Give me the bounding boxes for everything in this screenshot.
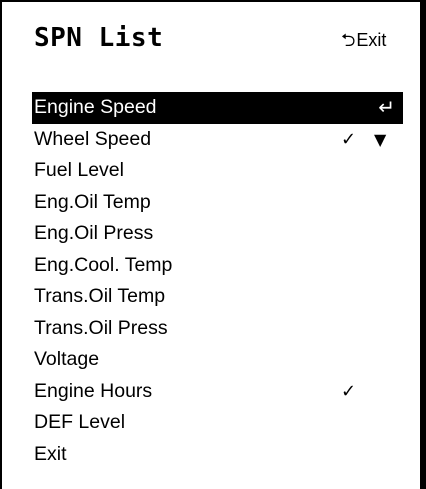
checkmark-icon: ✓ bbox=[341, 128, 357, 150]
list-item-exit[interactable]: Exit bbox=[32, 439, 403, 471]
scroll-down-arrow-icon[interactable]: ▼ bbox=[374, 124, 386, 156]
list-item-eng-oil-press[interactable]: Eng.Oil Press bbox=[32, 218, 403, 250]
list-item-label: Trans.Oil Temp bbox=[34, 285, 166, 307]
exit-label: Exit bbox=[356, 30, 387, 50]
list-item-def-level[interactable]: DEF Level bbox=[32, 407, 403, 439]
exit-button[interactable]: ⮌Exit bbox=[341, 29, 386, 52]
list-item-engine-speed[interactable]: Engine Speed ↵ bbox=[32, 92, 403, 124]
list-item-engine-hours[interactable]: Engine Hours ✓ bbox=[32, 376, 403, 408]
back-arrow-icon: ⮌ bbox=[341, 30, 356, 51]
list-item-label: Wheel Speed bbox=[34, 127, 152, 150]
list-item-eng-oil-temp[interactable]: Eng.Oil Temp bbox=[32, 187, 403, 219]
list-item-wheel-speed[interactable]: Wheel Speed ✓ ▼ bbox=[32, 124, 403, 156]
list-item-label: Eng.Oil Press bbox=[34, 222, 154, 244]
list-item-label: Engine Hours bbox=[34, 379, 153, 402]
list-item-fuel-level[interactable]: Fuel Level bbox=[32, 155, 403, 187]
list-item-voltage[interactable]: Voltage bbox=[32, 344, 403, 376]
list-item-trans-oil-press[interactable]: Trans.Oil Press bbox=[32, 313, 403, 345]
list-item-label: Engine Speed bbox=[34, 96, 157, 118]
list-item-trans-oil-temp[interactable]: Trans.Oil Temp bbox=[32, 281, 403, 313]
enter-icon: ↵ bbox=[378, 95, 395, 119]
list-item-label: Exit bbox=[34, 442, 67, 465]
checkmark-icon: ✓ bbox=[341, 380, 357, 402]
spn-list: Engine Speed ↵ Wheel Speed ✓ ▼ Fuel Leve… bbox=[32, 92, 403, 470]
list-item-label: Eng.Oil Temp bbox=[34, 190, 151, 213]
list-item-eng-cool-temp[interactable]: Eng.Cool. Temp bbox=[32, 250, 403, 282]
list-item-label: Eng.Cool. Temp bbox=[34, 253, 173, 276]
list-item-label: Trans.Oil Press bbox=[34, 316, 168, 339]
page-title: SPN List bbox=[34, 23, 164, 53]
spn-list-screen: SPN List ⮌Exit Engine Speed ↵ Wheel Spee… bbox=[0, 0, 426, 489]
list-item-label: DEF Level bbox=[34, 411, 126, 433]
list-item-label: Voltage bbox=[34, 348, 100, 370]
list-item-label: Fuel Level bbox=[34, 159, 124, 181]
